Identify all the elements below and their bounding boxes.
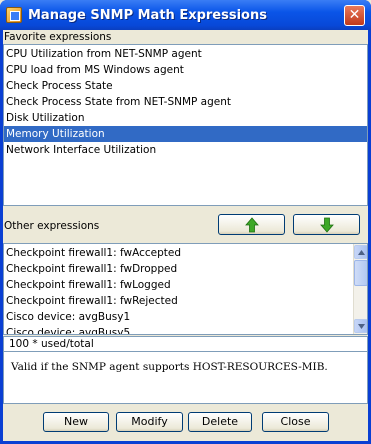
window-title: Manage SNMP Math Expressions [28, 7, 267, 23]
description-text: Valid if the SNMP agent supports HOST-RE… [3, 352, 368, 404]
favorite-expression-item[interactable]: Disk Utilization [4, 110, 367, 126]
other-expressions-scrollbar[interactable] [353, 244, 367, 334]
favorite-expression-item[interactable]: Memory Utilization [4, 126, 367, 142]
arrow-up-icon [244, 216, 259, 232]
other-expression-item[interactable]: Checkpoint firewall1: fwLogged [4, 277, 353, 293]
delete-button[interactable]: Delete [188, 412, 252, 432]
other-expression-item[interactable]: Cisco device: avgBusy1 [4, 309, 353, 325]
favorite-expression-item[interactable]: CPU load from MS Windows agent [4, 62, 367, 78]
close-button[interactable]: Close [262, 412, 329, 432]
arrow-down-icon [319, 217, 334, 233]
other-expressions-label: Other expressions [4, 220, 100, 232]
scroll-down-icon[interactable] [354, 319, 367, 333]
favorite-expression-item[interactable]: CPU Utilization from NET-SNMP agent [4, 46, 367, 62]
other-expressions-list[interactable]: Checkpoint firewall1: fwAccepted Checkpoi… [3, 243, 368, 335]
favorites-label: Favorite expressions [4, 31, 112, 43]
favorite-expression-item[interactable]: Check Process State from NET-SNMP agent [4, 94, 367, 110]
favorites-list[interactable]: CPU Utilization from NET-SNMP agent CPU l… [3, 44, 368, 206]
favorite-expression-item[interactable]: Network Interface Utilization [4, 142, 367, 158]
close-window-button[interactable]: ✕ [344, 4, 365, 26]
title-bar[interactable]: Manage SNMP Math Expressions ✕ [0, 0, 371, 30]
dialog-window: Manage SNMP Math Expressions ✕ Favorite … [0, 0, 371, 444]
dialog-body: Favorite expressions CPU Utilization fro… [3, 30, 368, 441]
move-up-button[interactable] [218, 214, 285, 235]
app-icon [6, 7, 22, 23]
new-button[interactable]: New [43, 412, 109, 432]
other-expression-item[interactable]: Checkpoint firewall1: fwAccepted [4, 245, 353, 261]
favorite-expression-item[interactable]: Check Process State [4, 78, 367, 94]
formula-field[interactable]: 100 * used/total [3, 336, 368, 352]
other-expression-item[interactable]: Checkpoint firewall1: fwDropped [4, 261, 353, 277]
scroll-thumb[interactable] [354, 260, 367, 286]
scroll-up-icon[interactable] [354, 245, 367, 259]
modify-button[interactable]: Modify [116, 412, 183, 432]
other-expression-item[interactable]: Cisco device: avgBusy5 [4, 325, 353, 334]
move-down-button[interactable] [293, 214, 360, 235]
other-expression-item[interactable]: Checkpoint firewall1: fwRejected [4, 293, 353, 309]
